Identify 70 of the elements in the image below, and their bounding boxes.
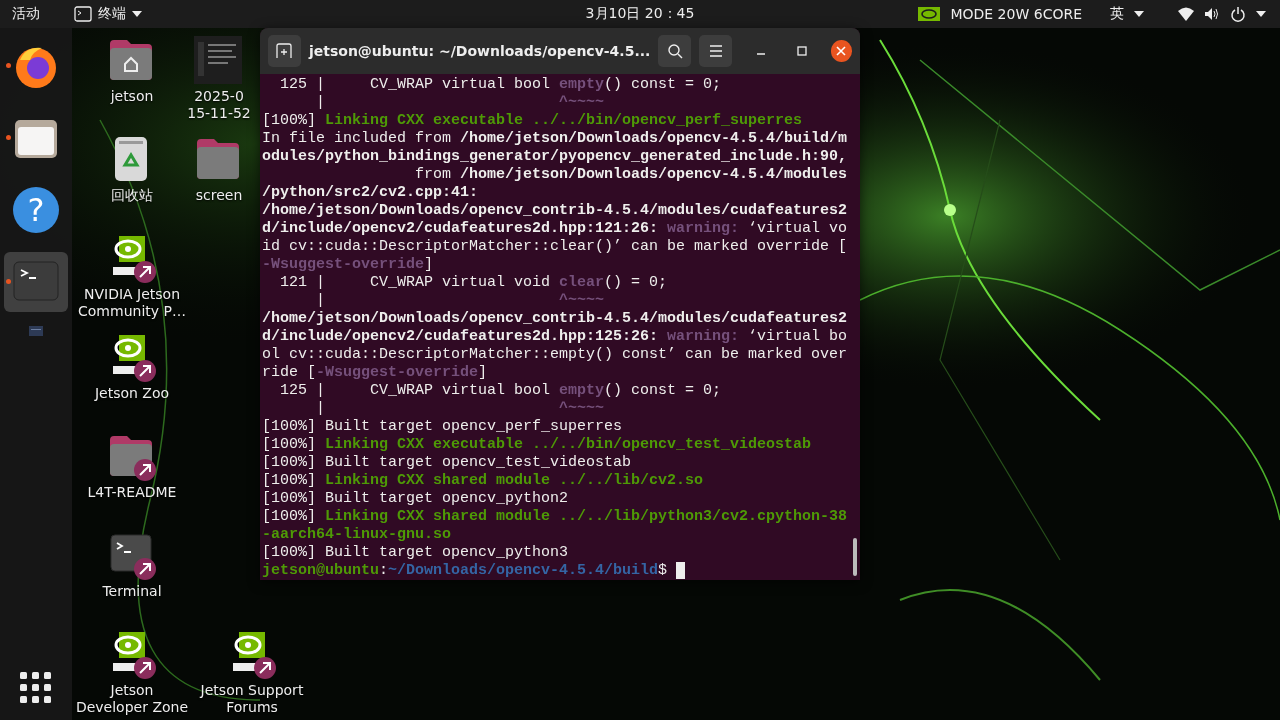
terminal-line: 125 | CV_WRAP virtual bool empty() const = 0;	[279, 382, 723, 400]
icon-label: jetson	[110, 88, 154, 105]
terminal-line: | ^~~~~	[315, 94, 606, 112]
power-mode-label[interactable]: MODE 20W 6CORE	[950, 6, 1082, 22]
terminal-line: [100%] Built target opencv_perf_superres	[262, 418, 624, 436]
terminal-line: [100%] Linking CXX executable ../../bin/opencv_test_videostab	[262, 436, 813, 454]
icon-label: Jetson Zoo	[94, 385, 170, 402]
power-icon[interactable]	[1230, 6, 1246, 22]
terminal-line: odules/python_bindings_generator/pyopencv_generated_include.h:90,	[262, 148, 849, 166]
terminal-line: ol cv::cuda::DescriptorMatcher::empty() const’ can be marked over	[262, 346, 849, 364]
caret-icon[interactable]	[1256, 11, 1266, 17]
close-button[interactable]	[830, 40, 852, 62]
activities-button[interactable]: 活动	[12, 5, 40, 23]
icon-label: Community P…	[78, 303, 186, 320]
terminal-line: In file included from /home/jetson/Downloads/opencv-4.5.4/build/m	[262, 130, 849, 148]
terminal-line: -aarch64-linux-gnu.so	[262, 526, 453, 544]
terminal-line: [100%] Linking CXX shared module ../../lib/python3/cv2.cpython-38	[262, 508, 849, 526]
terminal-line: | ^~~~~	[315, 400, 606, 418]
menu-icon[interactable]	[708, 45, 723, 57]
app-grid-icon[interactable]	[20, 672, 52, 704]
terminal-line: d/include/opencv2/cudafeatures2d.hpp:125:26: warning: ‘virtual bo	[262, 328, 849, 346]
new-tab-button[interactable]	[268, 35, 301, 67]
terminal-line: /python/src2/cv2.cpp:41:	[262, 184, 480, 202]
icon-label: 回收站	[111, 187, 153, 204]
icon-label: L4T-README	[87, 484, 177, 501]
volume-icon[interactable]	[1204, 7, 1220, 21]
app-menu[interactable]: 终端	[98, 5, 126, 23]
terminal-line: from /home/jetson/Downloads/opencv-4.5.4/modules	[414, 166, 849, 184]
icon-label: Terminal	[102, 583, 162, 600]
icon-label: screen	[195, 187, 243, 204]
icon-label: Forums	[226, 699, 278, 716]
terminal-line: -Wsuggest-override]	[262, 256, 435, 274]
window-icon[interactable]	[29, 326, 43, 336]
menu-button[interactable]	[699, 35, 733, 67]
terminal-line: [100%] Built target opencv_python2	[262, 490, 570, 508]
input-method[interactable]: 英	[1110, 5, 1124, 23]
terminal-line: /home/jetson/Downloads/opencv_contrib-4.5.4/modules/cudafeatures2	[262, 310, 849, 328]
icon-label: Jetson	[110, 682, 154, 699]
icon-label: 2025-0	[194, 88, 244, 105]
new-tab-icon[interactable]	[276, 43, 293, 59]
screenshot-thumbnail-icon[interactable]	[194, 36, 244, 86]
caret-icon[interactable]	[132, 11, 142, 17]
terminal-line: id cv::cuda::DescriptorMatcher::clear()’ can be marked override [	[262, 238, 849, 256]
terminal-line: [100%] Linking CXX shared module ../../lib/cv2.so	[262, 472, 705, 490]
terminal-line: 121 | CV_WRAP virtual void clear() = 0;	[279, 274, 669, 292]
close-icon[interactable]	[836, 46, 847, 56]
terminal-line: [100%] Built target opencv_test_videostab	[262, 454, 633, 472]
search-icon[interactable]	[666, 43, 683, 59]
terminal-line: /home/jetson/Downloads/opencv_contrib-4.5.4/modules/cudafeatures2	[262, 202, 849, 220]
terminal-line: [100%] Built target opencv_python3	[262, 544, 570, 562]
search-button[interactable]	[658, 35, 692, 67]
icon-label: 15-11-52	[187, 105, 251, 122]
terminal-line: d/include/opencv2/cudafeatures2d.hpp:121:26: warning: ‘virtual vo	[262, 220, 849, 238]
terminal-shortcut-icon[interactable]	[107, 531, 157, 581]
icon-label: NVIDIA Jetson	[83, 286, 181, 303]
scrollbar[interactable]	[853, 538, 857, 576]
terminal-line: [100%] Linking CXX executable ../../bin/opencv_perf_superres	[262, 112, 804, 130]
window-title: jetson@ubuntu: ~/Downloads/opencv-4.5...	[308, 43, 651, 59]
icon-label: Developer Zone	[75, 699, 189, 716]
terminal-line: jetson@ubuntu:~/Downloads/opencv-4.5.4/build$	[262, 562, 669, 580]
caret-icon[interactable]	[1134, 11, 1144, 17]
terminal-line: | ^~~~~	[315, 292, 606, 310]
clock[interactable]: 3月10日 20：45	[585, 5, 695, 23]
nvidia-icon[interactable]	[918, 7, 941, 21]
wifi-icon[interactable]	[1178, 7, 1194, 21]
terminal-line: ride [-Wsuggest-override]	[262, 364, 489, 382]
terminal-icon[interactable]	[74, 6, 92, 22]
icon-label: Jetson Support	[200, 682, 304, 699]
terminal-line: 125 | CV_WRAP virtual bool empty() const = 0;	[279, 76, 723, 94]
maximize-icon[interactable]	[797, 46, 808, 56]
